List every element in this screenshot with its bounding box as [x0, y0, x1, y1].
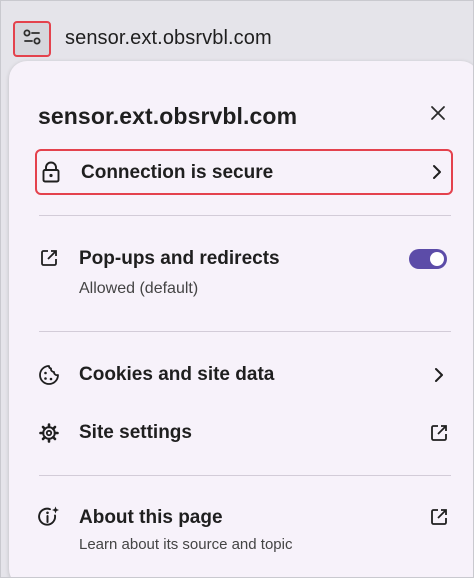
browser-frame: sensor.ext.obsrvbl.com sensor.ext.obsrvb…	[0, 0, 474, 578]
about-sublabel: Learn about its source and topic	[79, 536, 293, 553]
site-settings-label: Site settings	[79, 422, 192, 443]
cookies-row[interactable]: Cookies and site data	[35, 361, 453, 391]
site-info-panel: sensor.ext.obsrvbl.com Connection is sec…	[9, 61, 473, 577]
close-icon	[430, 105, 446, 126]
site-settings-row[interactable]: Site settings	[35, 419, 453, 449]
panel-title: sensor.ext.obsrvbl.com	[38, 103, 298, 129]
close-button[interactable]	[424, 101, 452, 129]
open-external-icon	[37, 246, 61, 270]
divider	[39, 475, 451, 476]
gear-icon	[37, 421, 61, 445]
address-bar: sensor.ext.obsrvbl.com	[1, 1, 473, 61]
open-external-icon	[427, 505, 451, 529]
open-external-icon	[427, 421, 451, 445]
tune-icon	[22, 28, 42, 51]
popups-toggle[interactable]	[409, 249, 447, 269]
popups-status: Allowed (default)	[79, 280, 199, 297]
cookie-icon	[37, 363, 61, 387]
popups-label: Pop-ups and redirects	[79, 248, 280, 269]
about-page-row[interactable]: About this page Learn about its source a…	[35, 503, 453, 555]
divider	[39, 215, 451, 216]
connection-label: Connection is secure	[81, 162, 274, 183]
divider	[39, 331, 451, 332]
site-info-button[interactable]	[13, 21, 51, 57]
about-label: About this page	[79, 507, 223, 528]
toggle-knob	[430, 252, 444, 266]
chevron-right-icon	[425, 160, 449, 184]
info-sparkle-icon	[37, 505, 61, 529]
connection-security-row[interactable]: Connection is secure	[35, 149, 453, 195]
lock-icon	[39, 160, 63, 184]
address-url[interactable]: sensor.ext.obsrvbl.com	[65, 27, 272, 50]
popups-redirects-row: Pop-ups and redirects Allowed (default)	[35, 245, 453, 305]
chevron-right-icon	[427, 363, 451, 387]
cookies-label: Cookies and site data	[79, 364, 275, 385]
